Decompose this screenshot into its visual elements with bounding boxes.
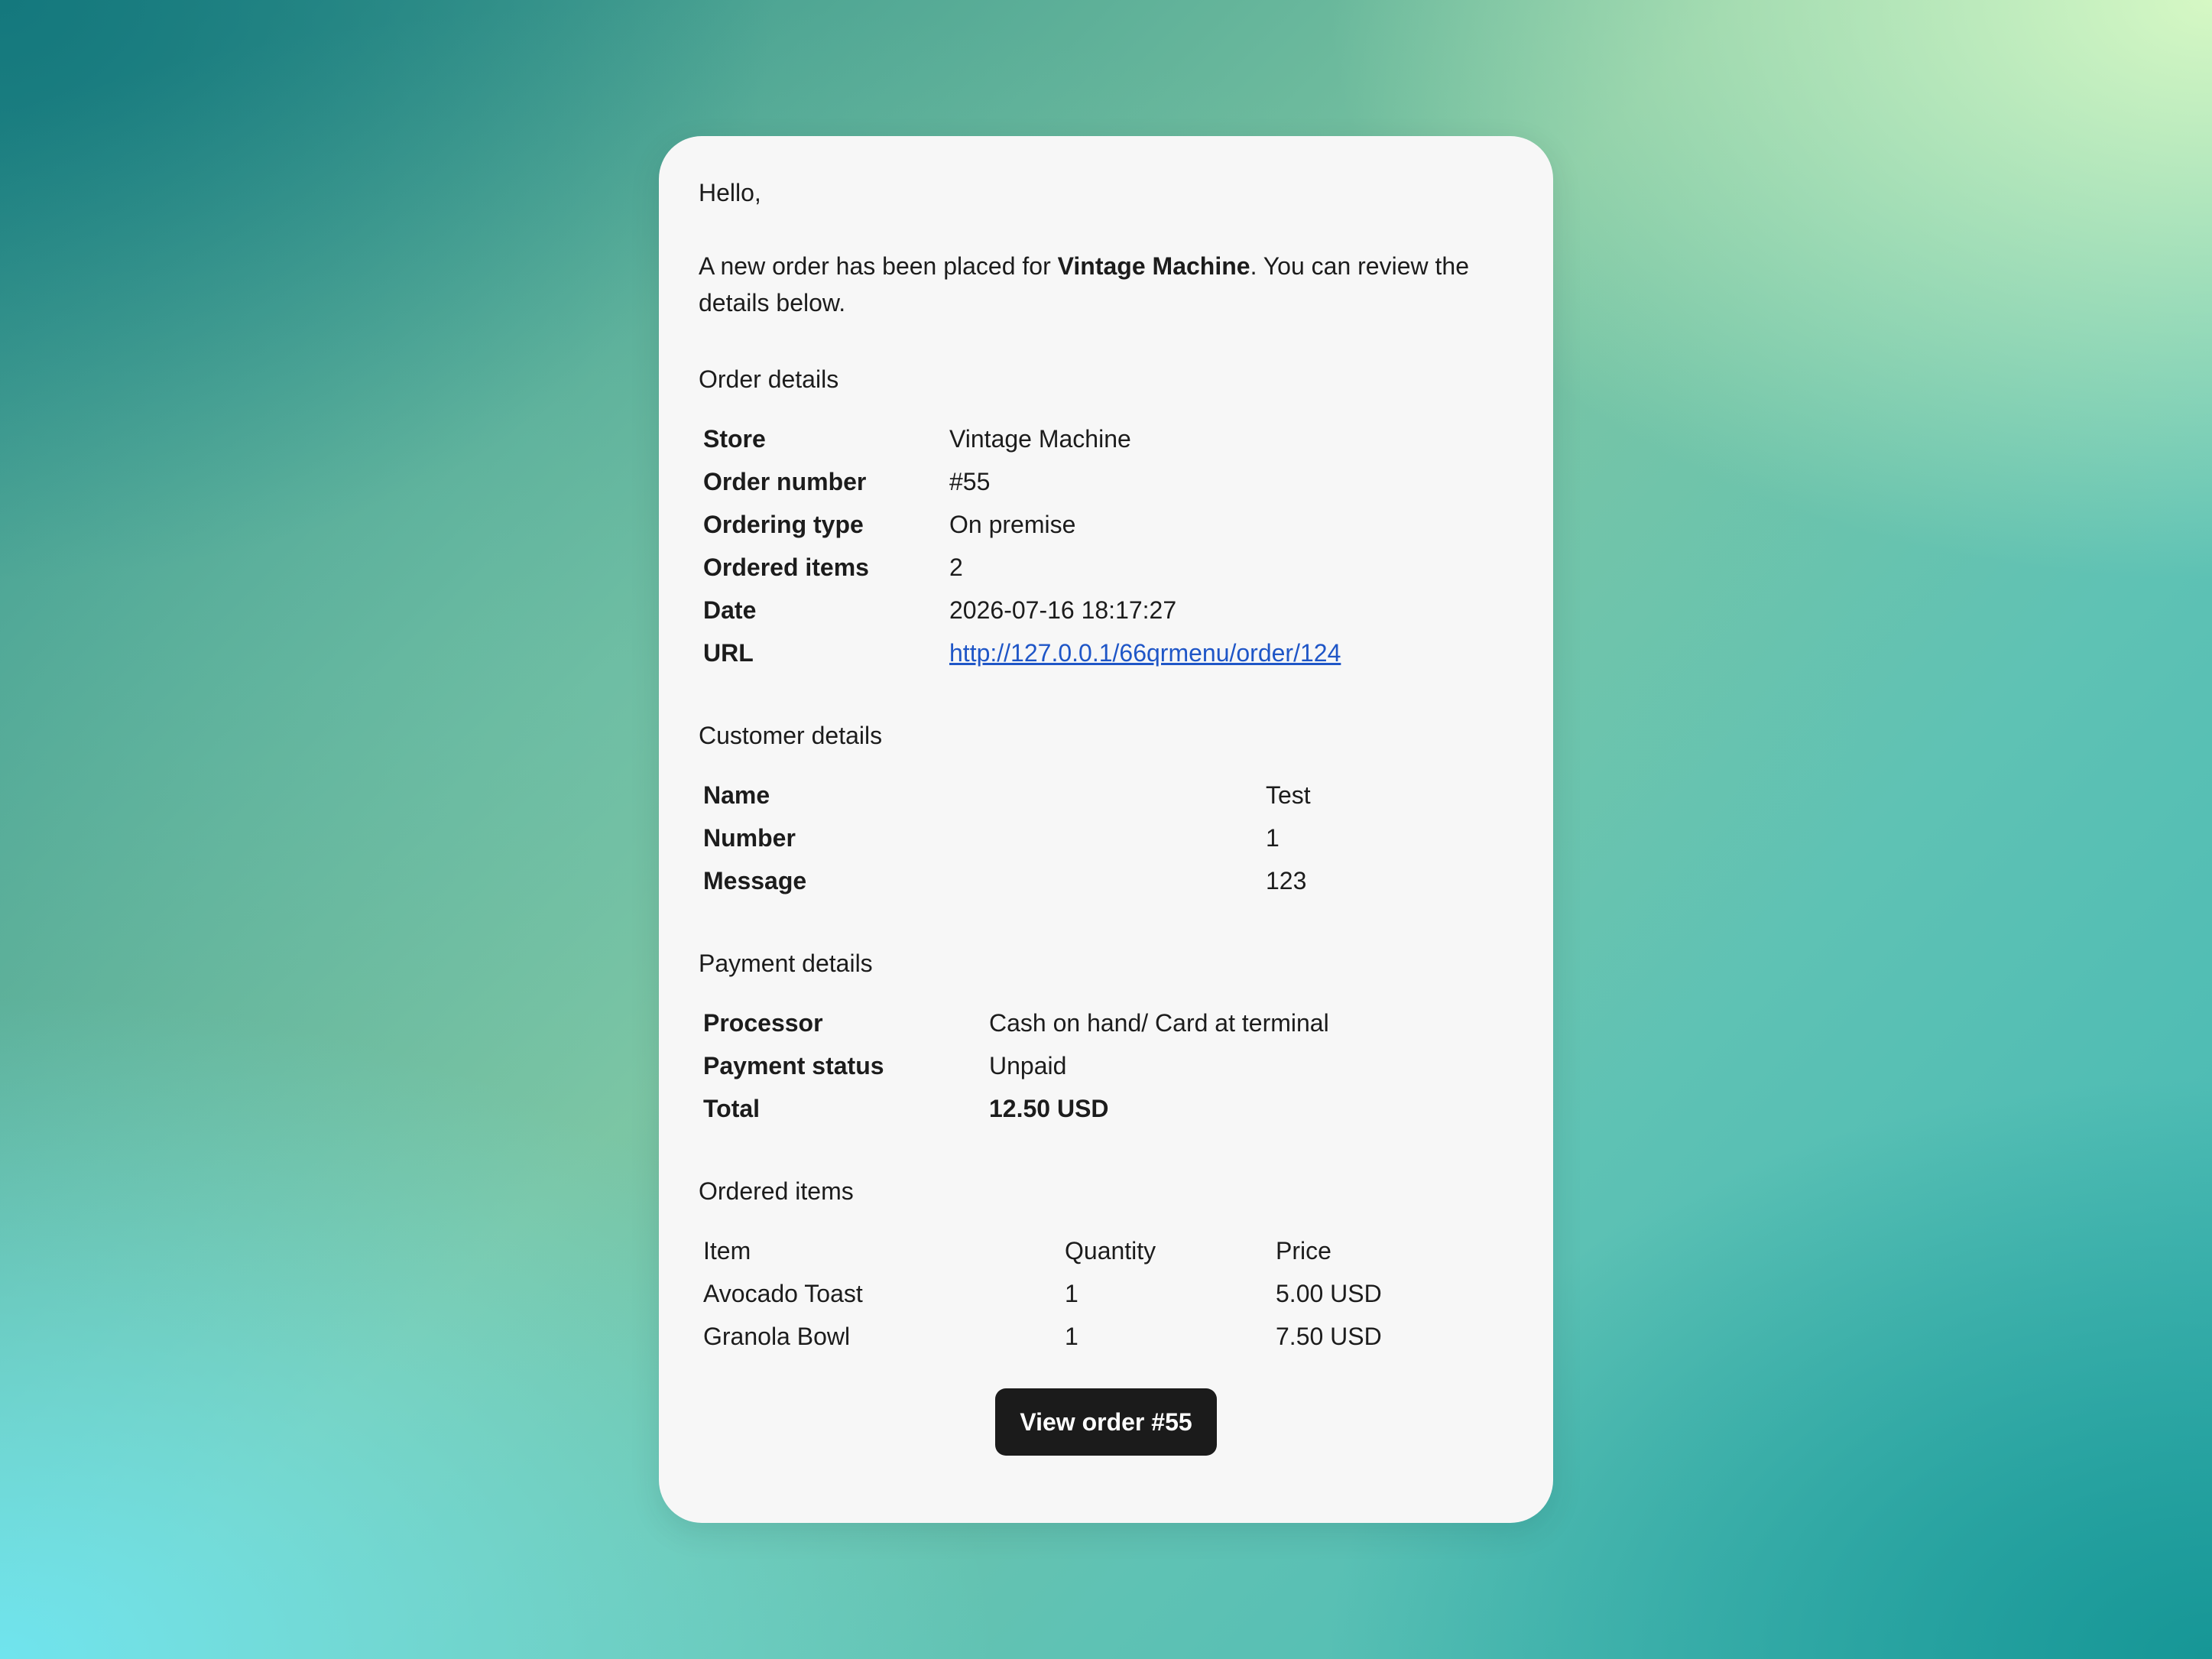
order-url-link[interactable]: http://127.0.0.1/66qrmenu/order/124 xyxy=(949,639,1341,667)
intro-prefix: A new order has been placed for xyxy=(699,252,1058,280)
item-name: Avocado Toast xyxy=(703,1280,863,1307)
table-row: Granola Bowl 1 7.50 USD xyxy=(699,1315,1387,1358)
row-value: 1 xyxy=(1266,824,1280,852)
row-value: http://127.0.0.1/66qrmenu/order/124 xyxy=(945,631,1345,674)
table-row: Date 2026-07-16 18:17:27 xyxy=(699,589,1345,631)
item-price: 7.50 USD xyxy=(1276,1323,1382,1350)
row-value: Vintage Machine xyxy=(949,425,1131,453)
table-row: URL http://127.0.0.1/66qrmenu/order/124 xyxy=(699,631,1345,674)
row-value: 2026-07-16 18:17:27 xyxy=(949,596,1177,624)
intro-text: A new order has been placed for Vintage … xyxy=(699,248,1513,321)
greeting: Hello, xyxy=(699,179,761,206)
table-row: Ordered items 2 xyxy=(699,546,1345,589)
row-label: Name xyxy=(703,781,770,809)
ordered-items-table: Item Quantity Price Avocado Toast 1 5.00… xyxy=(699,1229,1387,1358)
row-label: Number xyxy=(703,824,796,852)
row-value: 2 xyxy=(949,554,963,581)
order-details-table: Store Vintage Machine Order number #55 O… xyxy=(699,417,1345,674)
row-label: URL xyxy=(703,639,754,667)
table-row: Number 1 xyxy=(699,817,1315,859)
customer-details-title: Customer details xyxy=(699,722,883,749)
row-value: 123 xyxy=(1266,867,1307,894)
table-row: Payment status Unpaid xyxy=(699,1044,1334,1087)
row-value: Test xyxy=(1266,781,1311,809)
table-row: Store Vintage Machine xyxy=(699,417,1345,460)
item-quantity: 1 xyxy=(1065,1280,1078,1307)
table-header-row: Item Quantity Price xyxy=(699,1229,1387,1272)
row-label: Order number xyxy=(703,468,867,495)
table-row: Total 12.50 USD xyxy=(699,1087,1334,1130)
row-label: Date xyxy=(703,596,757,624)
row-label: Store xyxy=(703,425,766,453)
table-row: Avocado Toast 1 5.00 USD xyxy=(699,1272,1387,1315)
intro-store-name: Vintage Machine xyxy=(1057,252,1250,280)
ordered-items-title: Ordered items xyxy=(699,1177,854,1205)
row-label: Ordering type xyxy=(703,511,864,538)
item-name: Granola Bowl xyxy=(703,1323,851,1350)
row-value: Cash on hand/ Card at terminal xyxy=(989,1009,1329,1037)
order-details-title: Order details xyxy=(699,365,839,393)
table-row: Processor Cash on hand/ Card at terminal xyxy=(699,1002,1334,1044)
row-value: #55 xyxy=(949,468,991,495)
customer-details-table: Name Test Number 1 Message 123 xyxy=(699,774,1315,902)
row-label: Message xyxy=(703,867,807,894)
table-row: Ordering type On premise xyxy=(699,503,1345,546)
row-label: Payment status xyxy=(703,1052,884,1079)
item-quantity: 1 xyxy=(1065,1323,1078,1350)
column-header-quantity: Quantity xyxy=(1065,1237,1156,1265)
view-order-button[interactable]: View order #55 xyxy=(995,1388,1217,1456)
payment-details-title: Payment details xyxy=(699,950,873,977)
row-label: Ordered items xyxy=(703,554,869,581)
table-row: Message 123 xyxy=(699,859,1315,902)
email-card: Hello, A new order has been placed for V… xyxy=(659,136,1553,1523)
row-label: Processor xyxy=(703,1009,823,1037)
table-row: Order number #55 xyxy=(699,460,1345,503)
table-row: Name Test xyxy=(699,774,1315,817)
row-value: Unpaid xyxy=(989,1052,1067,1079)
column-header-item: Item xyxy=(703,1237,751,1265)
row-label: Total xyxy=(703,1095,761,1122)
total-value: 12.50 USD xyxy=(989,1095,1109,1122)
item-price: 5.00 USD xyxy=(1276,1280,1382,1307)
payment-details-table: Processor Cash on hand/ Card at terminal… xyxy=(699,1002,1334,1130)
column-header-price: Price xyxy=(1276,1237,1331,1265)
cta-container: View order #55 xyxy=(699,1388,1513,1456)
row-value: On premise xyxy=(949,511,1076,538)
